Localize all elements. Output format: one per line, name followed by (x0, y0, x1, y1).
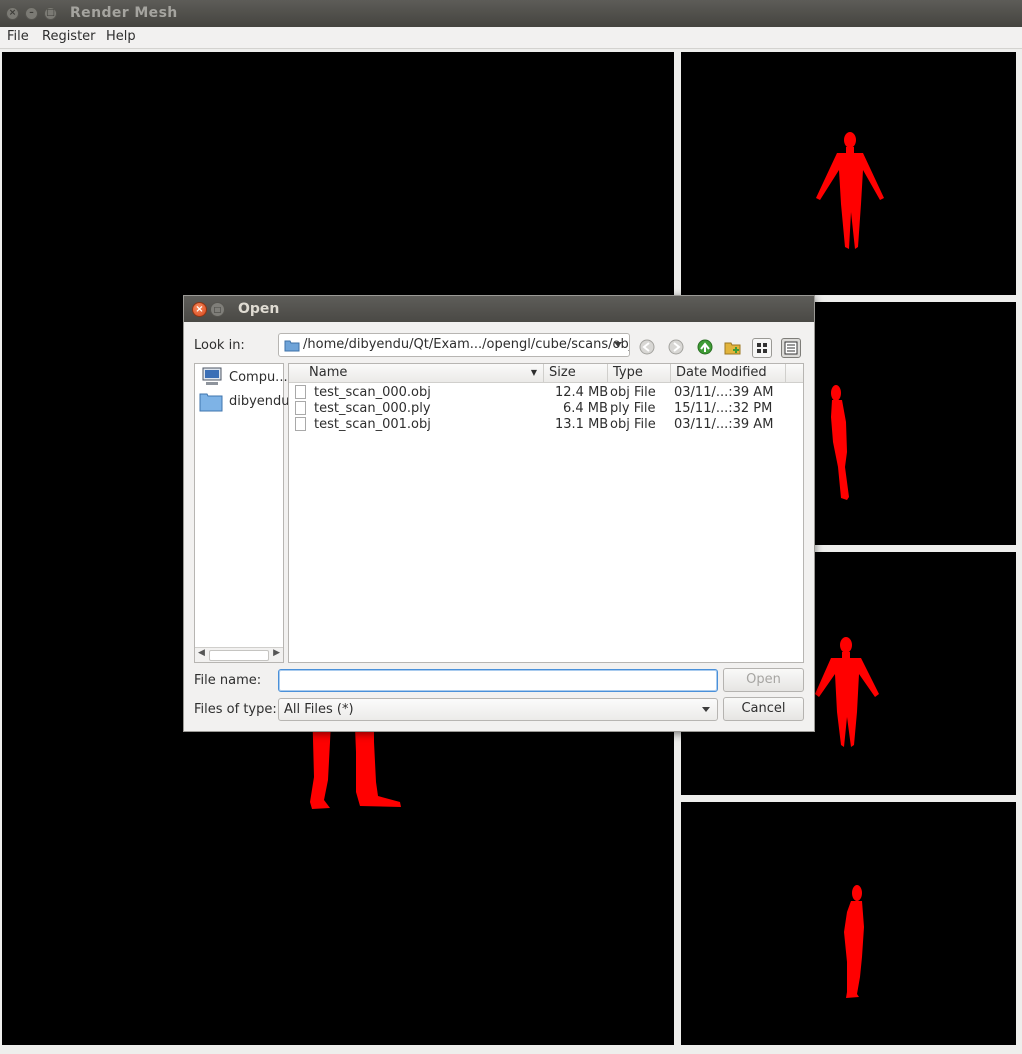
dialog-titlebar: × □ Open (184, 296, 814, 322)
look-in-label: Look in: (194, 338, 245, 353)
mesh-front-view-1 (816, 132, 884, 249)
scroll-left-icon[interactable]: ◀ (198, 648, 205, 658)
scroll-right-icon[interactable]: ▶ (273, 648, 280, 658)
places-sidebar: Compu... dibyendu ◀ ▶ (194, 363, 290, 663)
parent-dir-icon[interactable] (695, 338, 715, 358)
window-close-button[interactable]: × (6, 7, 19, 20)
sidebar-item-computer[interactable]: Compu... (199, 366, 288, 388)
forward-icon[interactable] (666, 338, 686, 358)
new-folder-icon[interactable] (723, 338, 743, 358)
column-name-label: Name (309, 365, 348, 380)
file-date: 03/11/...:39 AM (674, 417, 774, 432)
chevron-down-icon (614, 342, 622, 347)
file-icon (295, 417, 306, 431)
window-titlebar: × – □ Render Mesh (0, 0, 1022, 27)
dialog-close-icon[interactable]: × (192, 302, 207, 317)
column-header-name[interactable]: Name ▼ (289, 364, 544, 383)
folder-icon (199, 393, 223, 412)
sidebar-item-home[interactable]: dibyendu (199, 390, 290, 412)
dialog-maximize-icon[interactable]: □ (210, 302, 225, 317)
file-size: 12.4 MB (555, 385, 609, 400)
file-size: 13.1 MB (555, 417, 609, 432)
sort-down-icon: ▼ (530, 368, 537, 377)
window-minimize-button[interactable]: – (25, 7, 38, 20)
cancel-button[interactable]: Cancel (723, 697, 804, 721)
look-in-path: /home/dibyendu/Qt/Exam.../opengl/cube/sc… (303, 337, 630, 352)
menu-register[interactable]: Register (42, 29, 96, 44)
file-name: test_scan_000.obj (314, 385, 431, 400)
side-viewport-4[interactable] (681, 802, 1016, 1045)
file-name-label: File name: (194, 673, 262, 688)
table-row[interactable]: test_scan_000.ply 6.4 MB ply File 15/11/… (289, 401, 801, 417)
sidebar-item-label: dibyendu (229, 394, 290, 409)
look-in-combo[interactable]: /home/dibyendu/Qt/Exam.../opengl/cube/sc… (278, 333, 630, 357)
scrollbar-thumb[interactable] (209, 650, 269, 661)
menu-help[interactable]: Help (106, 29, 136, 44)
files-of-type-label: Files of type: (194, 702, 277, 717)
sidebar-item-label: Compu... (229, 370, 288, 385)
files-of-type-combo[interactable]: All Files (*) (278, 698, 718, 721)
side-viewport-1[interactable] (681, 52, 1016, 295)
table-row[interactable]: test_scan_001.obj 13.1 MB obj File 03/11… (289, 417, 801, 433)
files-of-type-value: All Files (*) (284, 702, 354, 717)
menu-bar: File Register Help (0, 27, 1022, 49)
window-maximize-button[interactable]: □ (44, 7, 57, 20)
detail-view-icon[interactable] (781, 338, 801, 358)
window-title: Render Mesh (70, 5, 178, 21)
open-button[interactable]: Open (723, 668, 804, 692)
chevron-down-icon (702, 707, 710, 712)
column-header-date[interactable]: Date Modified (671, 364, 786, 383)
file-icon (295, 385, 306, 399)
file-type: obj File (610, 417, 656, 432)
column-header-size[interactable]: Size (544, 364, 608, 383)
mesh-side-view-2 (844, 885, 864, 998)
computer-icon (202, 367, 222, 385)
file-size: 6.4 MB (563, 401, 608, 416)
file-list[interactable]: Name ▼ Size Type Date Modified test_scan… (288, 363, 804, 663)
menu-file[interactable]: File (7, 29, 29, 44)
back-icon[interactable] (637, 338, 657, 358)
file-type: ply File (610, 401, 656, 416)
file-type: obj File (610, 385, 656, 400)
folder-icon (284, 340, 300, 352)
column-header-type[interactable]: Type (608, 364, 671, 383)
file-name: test_scan_000.ply (314, 401, 431, 416)
file-name: test_scan_001.obj (314, 417, 431, 432)
dialog-title: Open (238, 301, 280, 317)
table-row[interactable]: test_scan_000.obj 12.4 MB obj File 03/11… (289, 385, 801, 401)
column-header-filler (786, 364, 803, 383)
file-name-input[interactable] (278, 669, 718, 692)
file-icon (295, 401, 306, 415)
file-date: 03/11/...:39 AM (674, 385, 774, 400)
file-date: 15/11/...:32 PM (674, 401, 773, 416)
sidebar-hscrollbar[interactable]: ◀ ▶ (195, 647, 283, 662)
list-view-icon[interactable] (752, 338, 772, 358)
